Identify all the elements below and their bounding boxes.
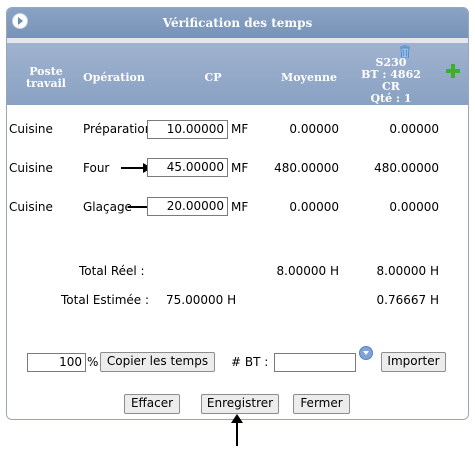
header-poste-travail: Poste travail: [26, 65, 66, 90]
row3-unit: MF: [231, 200, 249, 214]
total-reel-bt: 8.00000 H: [376, 264, 439, 278]
row1-moyenne: 0.00000: [289, 122, 339, 136]
row1-bt: 0.00000: [389, 122, 439, 136]
annotation-arrow: [121, 163, 152, 173]
dialog-title: Vérification des temps: [162, 16, 313, 30]
row2-cp-input[interactable]: 45.00000: [147, 158, 228, 177]
bt-dropdown-icon[interactable]: [359, 346, 373, 360]
row2-bt: 480.00000: [374, 161, 439, 175]
header-cp: CP: [204, 71, 222, 84]
row3-poste: Cuisine: [9, 200, 53, 214]
table-header: Poste travail Opération CP Moyenne S230 …: [7, 43, 468, 105]
row3-operation: Glaçage: [83, 200, 132, 214]
trash-icon[interactable]: [400, 45, 410, 58]
total-estimee-cp: 75.00000 H: [166, 293, 237, 307]
header-operation: Opération: [83, 71, 145, 84]
table-body: Cuisine Préparation 10.00000 MF 0.00000 …: [7, 105, 468, 419]
row3-cp-input[interactable]: 20.00000: [147, 197, 228, 216]
total-reel-moyenne: 8.00000 H: [276, 264, 339, 278]
row2-poste: Cuisine: [9, 161, 53, 175]
row3-moyenne: 0.00000: [289, 200, 339, 214]
import-button[interactable]: Importer: [381, 352, 446, 372]
time-verification-dialog: Vérification des temps Poste travail Opé…: [6, 7, 469, 420]
annotation-arrow-up: [231, 414, 243, 446]
total-reel-label: Total Réel :: [79, 264, 145, 278]
erase-button[interactable]: Effacer: [124, 394, 180, 414]
dialog-titlebar: Vérification des temps: [7, 8, 468, 38]
header-moyenne: Moyenne: [281, 71, 337, 84]
row1-unit: MF: [231, 122, 249, 136]
copy-times-button[interactable]: Copier les temps: [100, 352, 215, 372]
row1-cp-input[interactable]: 10.00000: [147, 120, 228, 139]
bt-input[interactable]: [274, 353, 356, 372]
total-estimee-label: Total Estimée :: [61, 293, 150, 307]
total-estimee-bt: 0.76667 H: [376, 293, 439, 307]
row2-operation: Four: [83, 161, 110, 175]
row3-bt: 0.00000: [389, 200, 439, 214]
save-button[interactable]: Enregistrer: [201, 394, 279, 414]
row2-unit: MF: [231, 161, 249, 175]
percent-input[interactable]: 100: [27, 353, 86, 372]
percent-symbol: %: [87, 355, 99, 369]
row1-operation: Préparation: [83, 122, 153, 136]
add-plus-icon[interactable]: [445, 63, 461, 79]
bt-label: # BT :: [231, 355, 269, 369]
header-bt-qty: Qté : 1: [370, 92, 412, 105]
row2-moyenne: 480.00000: [274, 161, 339, 175]
row1-poste: Cuisine: [9, 122, 53, 136]
close-button[interactable]: Fermer: [293, 394, 350, 414]
